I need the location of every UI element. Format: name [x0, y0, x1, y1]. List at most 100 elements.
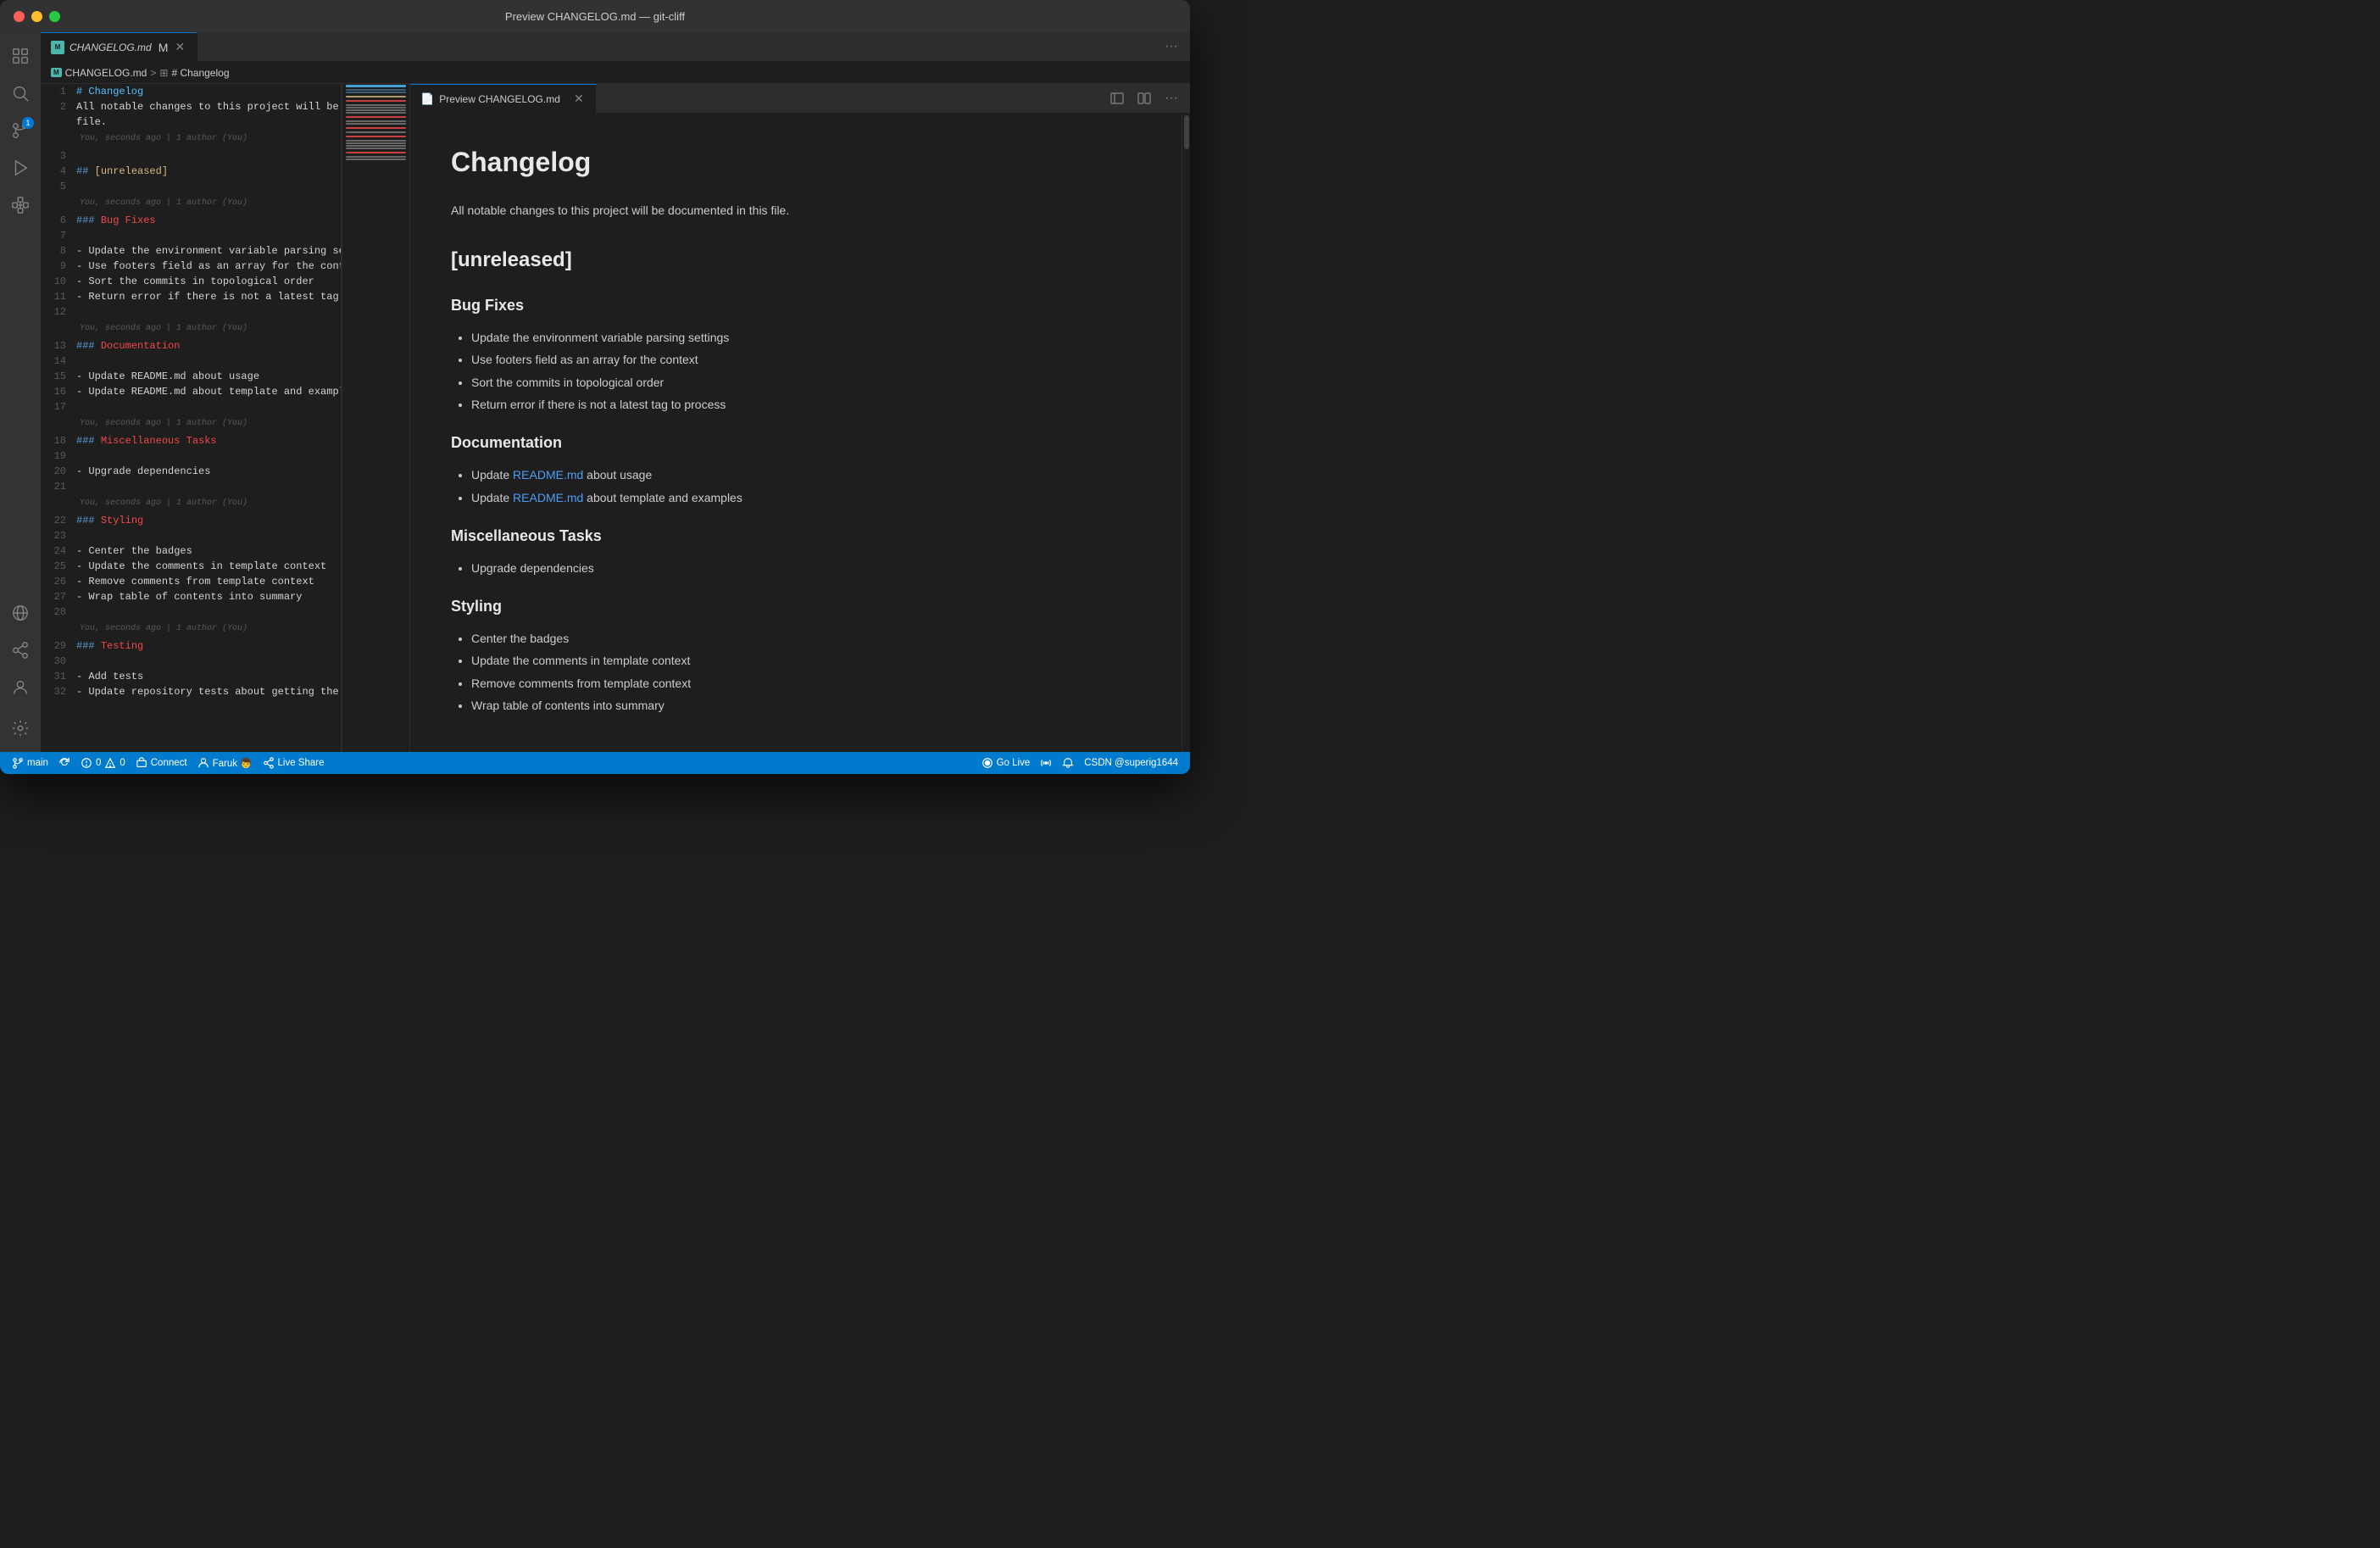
status-broadcast[interactable]: [1035, 752, 1057, 774]
source-control-badge: 1: [22, 117, 34, 129]
blame-info-2: You, seconds ago | 1 author (You): [41, 194, 341, 213]
code-line-4: 4 ## [unreleased]: [41, 164, 341, 179]
minimize-button[interactable]: [31, 11, 42, 22]
preview-h3-styling: Styling: [451, 594, 1141, 619]
blame-info-4: You, seconds ago | 1 author (You): [41, 415, 341, 433]
status-branch[interactable]: main: [7, 752, 53, 774]
traffic-lights: [14, 11, 60, 22]
readme-link-1[interactable]: README.md: [513, 468, 583, 482]
code-line-22: 22 ### Styling: [41, 513, 341, 528]
code-line-2: 2 All notable changes to this project wi…: [41, 99, 341, 114]
activity-icon-settings[interactable]: [3, 711, 37, 745]
activity-icon-extensions[interactable]: [3, 188, 37, 222]
status-liveshare[interactable]: Live Share: [258, 752, 330, 774]
code-line-24: 24 - Center the badges: [41, 543, 341, 559]
preview-more-actions[interactable]: ···: [1159, 88, 1183, 109]
code-line-18: 18 ### Miscellaneous Tasks: [41, 433, 341, 448]
code-line-15: 15 - Update README.md about usage: [41, 369, 341, 384]
activity-icon-source-control[interactable]: 1: [3, 114, 37, 148]
code-line-16: 16 - Update README.md about template and…: [41, 384, 341, 399]
scrollbar-thumb[interactable]: [1184, 115, 1189, 149]
list-item: Update README.md about usage: [471, 465, 1141, 484]
titlebar: Preview CHANGELOG.md — git-cliff: [0, 0, 1190, 32]
activity-icon-share[interactable]: [3, 633, 37, 667]
status-errors[interactable]: 0 0: [75, 752, 131, 774]
status-golive[interactable]: Go Live: [976, 752, 1036, 774]
blame-info-1: You, seconds ago | 1 author (You): [41, 130, 341, 148]
preview-scrollbar[interactable]: [1182, 114, 1190, 752]
breadcrumb-section[interactable]: # Changelog: [171, 67, 229, 79]
code-line-29: 29 ### Testing: [41, 638, 341, 654]
tab-icon-changelog: M: [51, 41, 64, 54]
code-line-11: 11 - Return error if there is not a late…: [41, 289, 341, 304]
code-line-27: 27 - Wrap table of contents into summary: [41, 589, 341, 604]
code-line-2b: file.: [41, 114, 341, 130]
preview-styling-list: Center the badges Update the comments in…: [451, 629, 1141, 716]
close-button[interactable]: [14, 11, 25, 22]
status-username[interactable]: CSDN @superig1644: [1079, 752, 1183, 774]
tab-close-changelog[interactable]: ✕: [173, 41, 186, 54]
preview-tab-bar: 📄 Preview CHANGELOG.md ✕: [410, 84, 1190, 114]
status-liveshare-label: Live Share: [278, 758, 325, 768]
status-warnings-count: 0: [120, 758, 125, 768]
tab-action-more[interactable]: ···: [1159, 36, 1183, 57]
list-item: Center the badges: [471, 629, 1141, 648]
code-line-28: 28: [41, 604, 341, 620]
activity-icon-account[interactable]: [3, 671, 37, 704]
status-golive-label: Go Live: [997, 758, 1031, 768]
code-line-26: 26 - Remove comments from template conte…: [41, 574, 341, 589]
preview-bugfixes-list: Update the environment variable parsing …: [451, 328, 1141, 415]
window-title: Preview CHANGELOG.md — git-cliff: [505, 10, 685, 23]
code-line-25: 25 - Update the comments in template con…: [41, 559, 341, 574]
maximize-button[interactable]: [49, 11, 60, 22]
status-connect[interactable]: Connect: [131, 752, 192, 774]
preview-intro: All notable changes to this project will…: [451, 201, 1141, 220]
tab-preview-changelog[interactable]: 📄 Preview CHANGELOG.md ✕: [410, 84, 597, 114]
preview-documentation-list: Update README.md about usage Update READ…: [451, 465, 1141, 507]
tab-changelog-md[interactable]: M CHANGELOG.md M ✕: [41, 32, 197, 62]
activity-icon-explorer[interactable]: [3, 39, 37, 73]
status-sync[interactable]: [53, 752, 75, 774]
status-author[interactable]: Faruk 👦: [192, 752, 258, 774]
status-notifications[interactable]: [1057, 752, 1079, 774]
preview-content[interactable]: Changelog All notable changes to this pr…: [410, 114, 1182, 752]
activity-icon-search[interactable]: [3, 76, 37, 110]
activity-icon-run[interactable]: [3, 151, 37, 185]
code-line-30: 30: [41, 654, 341, 669]
code-line-19: 19: [41, 448, 341, 464]
code-line-6: 6 ### Bug Fixes: [41, 213, 341, 228]
breadcrumb-file[interactable]: CHANGELOG.md: [65, 67, 147, 79]
preview-open-side[interactable]: [1105, 88, 1129, 109]
blame-info-3: You, seconds ago | 1 author (You): [41, 320, 341, 338]
readme-link-2[interactable]: README.md: [513, 491, 583, 504]
activity-icon-remote-explorer[interactable]: [3, 596, 37, 630]
blame-info-6: You, seconds ago | 1 author (You): [41, 620, 341, 638]
list-item: Use footers field as an array for the co…: [471, 350, 1141, 369]
window: Preview CHANGELOG.md — git-cliff: [0, 0, 1190, 774]
preview-panel: 📄 Preview CHANGELOG.md ✕: [409, 84, 1190, 752]
preview-tab-close[interactable]: ✕: [572, 92, 586, 106]
preview-h3-documentation: Documentation: [451, 431, 1141, 455]
list-item: Return error if there is not a latest ta…: [471, 395, 1141, 414]
status-connect-label: Connect: [151, 758, 187, 768]
code-line-8: 8 - Update the environment variable pars…: [41, 243, 341, 259]
preview-tab-label: Preview CHANGELOG.md: [439, 93, 560, 105]
code-line-1: 1 # Changelog: [41, 84, 341, 99]
preview-tab-actions: ···: [1105, 88, 1190, 109]
status-author-name: Faruk 👦: [213, 757, 253, 769]
code-line-7: 7: [41, 228, 341, 243]
activity-bar: 1: [0, 32, 41, 752]
code-line-10: 10 - Sort the commits in topological ord…: [41, 274, 341, 289]
minimap: [342, 84, 409, 752]
code-line-31: 31 - Add tests: [41, 669, 341, 684]
preview-h2-unreleased: [unreleased]: [451, 244, 1141, 276]
code-line-13: 13 ### Documentation: [41, 338, 341, 354]
code-editor[interactable]: 1 # Changelog 2 All notable changes to t…: [41, 84, 342, 752]
code-line-14: 14: [41, 354, 341, 369]
preview-h3-bugfixes: Bug Fixes: [451, 293, 1141, 318]
status-bar: main 0 0 Connect: [0, 752, 1190, 774]
editor-split: 1 # Changelog 2 All notable changes to t…: [41, 84, 1190, 752]
code-line-23: 23: [41, 528, 341, 543]
tab-bar-actions: ···: [1159, 36, 1190, 57]
preview-split-editor[interactable]: [1132, 88, 1156, 109]
